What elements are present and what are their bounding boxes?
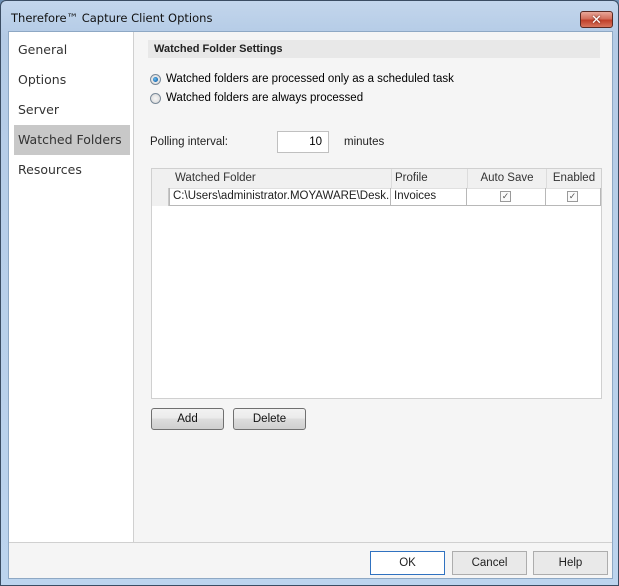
row-header[interactable] [152, 188, 169, 206]
sidebar-item-server-connection[interactable]: Server Connection [14, 95, 130, 147]
sidebar-item-general[interactable]: General [14, 35, 130, 65]
radio-always-processed[interactable]: Watched folders are always processed [150, 90, 363, 106]
radio-button-checked[interactable] [150, 73, 161, 85]
sidebar-item-options[interactable]: Options [14, 65, 130, 95]
radio-label: Watched folders are always processed [166, 92, 364, 104]
cell-auto-save[interactable]: ✓ [467, 188, 546, 206]
polling-interval-label: Polling interval: [150, 136, 228, 148]
column-header-watched-folder[interactable]: Watched Folder [169, 169, 391, 188]
watched-folders-grid[interactable]: Watched Folder Profile Auto Save Enabled… [151, 168, 602, 399]
auto-save-checkbox[interactable]: ✓ [500, 191, 511, 202]
row-header-corner [152, 169, 169, 188]
column-header-enabled[interactable]: Enabled [546, 169, 601, 188]
close-icon: ✕ [591, 11, 602, 27]
sidebar-item-resources[interactable]: Resources [14, 155, 130, 185]
enabled-checkbox[interactable]: ✓ [567, 191, 578, 202]
grid-header: Watched Folder Profile Auto Save Enabled [152, 169, 601, 189]
section-title: Watched Folder Settings [148, 40, 600, 58]
cell-enabled[interactable]: ✓ [546, 188, 601, 206]
delete-button[interactable]: Delete [233, 408, 306, 430]
close-button[interactable]: ✕ [580, 11, 613, 28]
sidebar-item-watched-folders[interactable]: Watched Folders [14, 125, 130, 155]
settings-panel: Watched Folder Settings Watched folders … [134, 32, 612, 543]
cell-profile[interactable]: Invoices [391, 188, 467, 206]
table-row[interactable]: C:\Users\administrator.MOYAWARE\Desk... … [152, 188, 601, 206]
add-button[interactable]: Add [151, 408, 224, 430]
dialog-body: General Options Server Connection Watche… [8, 31, 613, 579]
ok-button[interactable]: OK [370, 551, 445, 575]
title-bar[interactable]: Therefore™ Capture Client Options ✕ [1, 1, 618, 31]
column-header-profile[interactable]: Profile [391, 169, 467, 188]
cell-watched-folder[interactable]: C:\Users\administrator.MOYAWARE\Desk... [169, 188, 391, 206]
radio-label: Watched folders are processed only as a … [166, 73, 454, 85]
polling-interval-input[interactable]: 10 [277, 131, 329, 153]
options-dialog: Therefore™ Capture Client Options ✕ Gene… [0, 0, 619, 586]
help-button[interactable]: Help [533, 551, 608, 575]
column-header-auto-save[interactable]: Auto Save [467, 169, 546, 188]
cancel-button[interactable]: Cancel [452, 551, 527, 575]
polling-unit-label: minutes [344, 136, 385, 148]
radio-button[interactable] [150, 92, 161, 104]
sidebar: General Options Server Connection Watche… [9, 32, 134, 543]
window-title: Therefore™ Capture Client Options [11, 11, 213, 25]
radio-scheduled-task[interactable]: Watched folders are processed only as a … [150, 71, 454, 87]
